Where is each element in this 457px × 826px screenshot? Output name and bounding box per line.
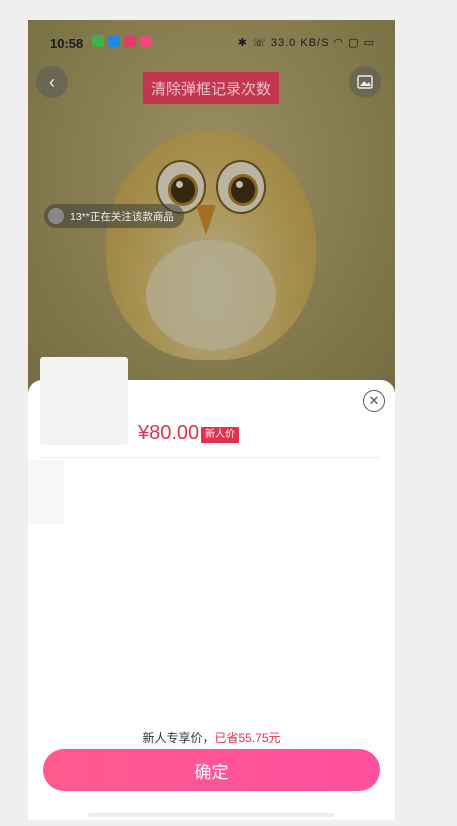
close-button[interactable]: ✕ [363,390,385,412]
notification-app-icon [140,35,152,47]
status-time: 10:58 [50,36,84,51]
confirm-button[interactable]: 确定 [43,749,380,791]
option-placeholder [28,460,64,524]
phone-screen: 10:58 ✱ ☏ 33.0 KB/S ◠ ▢ ▭ ‹ 清除弹框记录次数 13*… [28,20,395,820]
gallery-button[interactable] [349,66,381,98]
notification-app-icon [124,35,136,47]
image-icon [357,75,373,89]
chevron-left-icon: ‹ [49,71,55,92]
clear-popup-records-button[interactable]: 清除弹框记录次数 [143,72,279,104]
notification-icons [92,35,152,47]
notification-app-icon [92,35,104,47]
notification-app-icon [108,35,120,47]
new-user-price-tag: 新人价 [201,427,239,443]
status-bar: 10:58 ✱ ☏ 33.0 KB/S ◠ ▢ ▭ [28,20,395,66]
discount-hint: 新人专享价，已省55.75元 [28,729,395,746]
hint-prefix: 新人专享价， [142,731,215,745]
watching-notice: 13**正在关注该款商品 [44,204,184,228]
status-right-icons: ✱ ☏ 33.0 KB/S ◠ ▢ ▭ [237,37,375,49]
watching-text: 13**正在关注该款商品 [70,210,174,223]
product-thumbnail [40,357,128,445]
back-button[interactable]: ‹ [36,66,68,98]
divider [40,457,381,458]
close-icon: ✕ [368,393,380,408]
price: ¥80.00 [138,422,200,444]
bottom-placeholder [88,813,334,817]
avatar [48,208,64,224]
saved-amount: 已省55.75元 [214,731,281,745]
